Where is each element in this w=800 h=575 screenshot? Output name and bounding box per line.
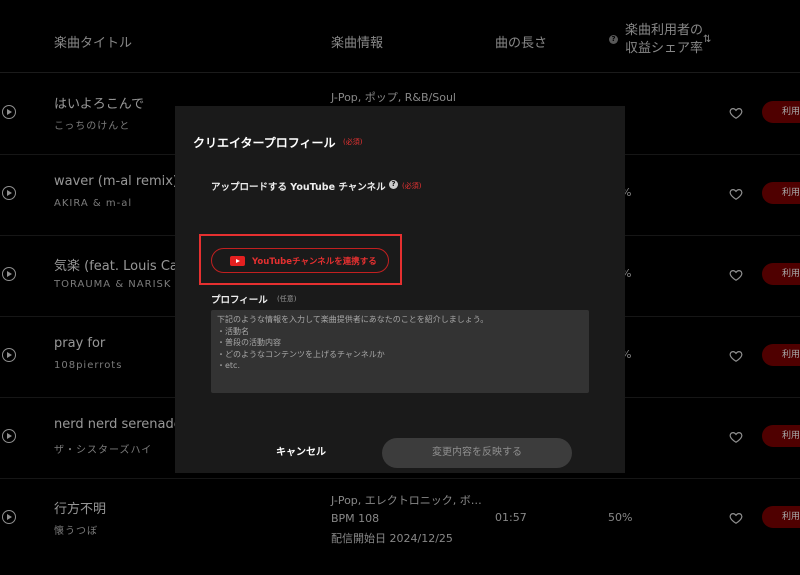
profile-label: プロフィール <box>211 295 268 306</box>
required-badge: (必須) <box>343 138 363 146</box>
required-badge: (必須) <box>402 182 422 190</box>
connect-youtube-button[interactable]: YouTubeチャンネルを連携する <box>211 248 389 273</box>
youtube-channel-label: アップロードする YouTube チャンネル <box>211 182 386 193</box>
modal-title: クリエイタープロフィール <box>193 136 336 150</box>
apply-changes-button[interactable]: 変更内容を反映する <box>382 438 572 468</box>
optional-badge: (任意) <box>277 295 297 303</box>
connect-youtube-label: YouTubeチャンネルを連携する <box>252 257 377 267</box>
youtube-logo-icon <box>230 256 245 266</box>
help-icon[interactable]: ? <box>389 180 398 189</box>
cancel-button[interactable]: キャンセル <box>237 438 365 468</box>
creator-profile-modal: クリエイタープロフィール (必須) アップロードする YouTube チャンネル… <box>175 106 625 473</box>
profile-textarea[interactable]: 下記のような情報を入力して楽曲提供者にあなたのことを紹介しましょう。 ・活動名 … <box>211 310 589 393</box>
